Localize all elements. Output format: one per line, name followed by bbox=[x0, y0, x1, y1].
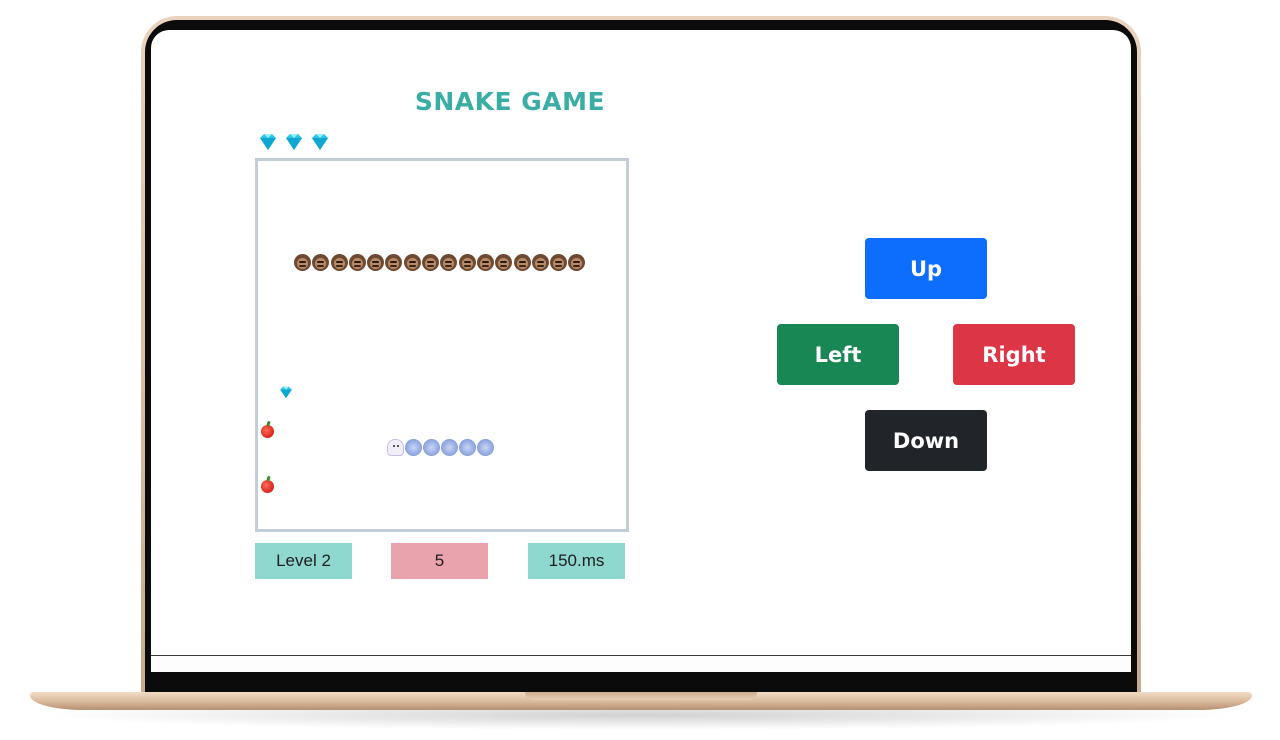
bearded-face-icon bbox=[550, 254, 568, 271]
lives-indicator bbox=[257, 133, 331, 153]
bearded-face-icon bbox=[476, 254, 494, 271]
blue-ball-icon bbox=[423, 439, 440, 456]
down-button[interactable]: Down bbox=[865, 410, 987, 471]
blue-ball-icon bbox=[405, 439, 422, 456]
up-button[interactable]: Up bbox=[865, 238, 987, 299]
bearded-face-icon bbox=[330, 254, 348, 271]
left-button[interactable]: Left bbox=[777, 324, 899, 385]
diamond-icon bbox=[286, 134, 302, 150]
diamond-icon bbox=[280, 386, 292, 399]
game-title: SNAKE GAME bbox=[414, 87, 606, 116]
diamond-icon bbox=[312, 134, 328, 150]
apple-icon bbox=[261, 480, 274, 493]
apple-icon bbox=[261, 425, 274, 438]
bearded-face-icon bbox=[531, 254, 549, 271]
ghost-icon bbox=[387, 439, 404, 456]
bearded-face-icon bbox=[440, 254, 458, 271]
level-indicator: Level 2 bbox=[255, 543, 352, 579]
score-indicator: 5 bbox=[391, 543, 488, 579]
screen-bottom-bar bbox=[151, 655, 1131, 672]
right-button[interactable]: Right bbox=[953, 324, 1075, 385]
blue-ball-icon bbox=[459, 439, 476, 456]
bearded-face-icon bbox=[348, 254, 366, 271]
bearded-face-icon bbox=[312, 254, 330, 271]
blue-ball-icon bbox=[441, 439, 458, 456]
diamond-icon bbox=[260, 134, 276, 150]
bearded-face-icon bbox=[458, 254, 476, 271]
bearded-face-icon bbox=[422, 254, 440, 271]
laptop-hinge-notch bbox=[525, 692, 757, 700]
bearded-face-icon bbox=[294, 254, 311, 271]
enemy-snake bbox=[294, 254, 587, 271]
bearded-face-icon bbox=[367, 254, 385, 271]
bearded-face-icon bbox=[568, 254, 586, 271]
bearded-face-icon bbox=[513, 254, 531, 271]
speed-indicator: 150.ms bbox=[528, 543, 625, 579]
bearded-face-icon bbox=[495, 254, 513, 271]
bearded-face-icon bbox=[385, 254, 403, 271]
laptop-screen: SNAKE GAME Level 2 5 150.ms Up Left Righ… bbox=[151, 30, 1131, 655]
bearded-face-icon bbox=[403, 254, 421, 271]
game-board[interactable] bbox=[255, 158, 629, 532]
player-snake bbox=[387, 439, 495, 456]
blue-ball-icon bbox=[477, 439, 494, 456]
